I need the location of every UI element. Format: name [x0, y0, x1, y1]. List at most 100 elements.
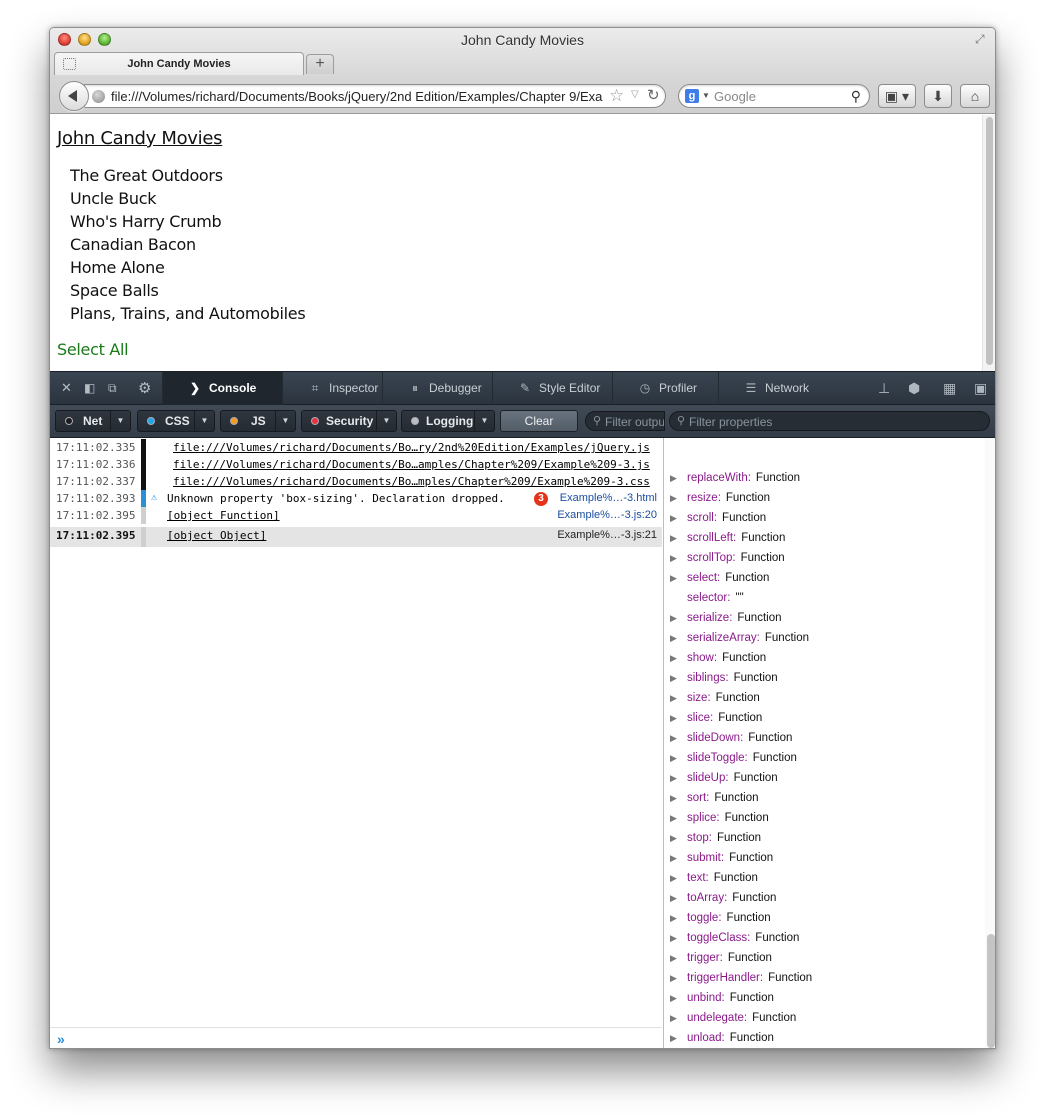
search-engine-dropdown-icon[interactable]: ▼: [702, 91, 710, 100]
expand-triangle-icon[interactable]: ▶: [670, 788, 677, 808]
bookmark-star-icon[interactable]: ☆: [609, 86, 624, 106]
filter-output-input[interactable]: ⚲ Filter output: [585, 411, 665, 431]
reload-icon[interactable]: ↻: [647, 86, 660, 104]
console-row[interactable]: 17:11:02.395 [object Function] Example%…-3…: [50, 507, 662, 524]
console-row[interactable]: 17:11:02.395 [object Object] Example%…-3.j…: [50, 527, 662, 547]
filter-css-button[interactable]: CSS ▼: [137, 410, 215, 432]
expand-triangle-icon[interactable]: ▶: [670, 748, 677, 768]
console-row[interactable]: 17:11:02.337 file:///Volumes/richard/Docu…: [50, 473, 662, 490]
home-button[interactable]: ⌂: [960, 84, 990, 108]
expand-triangle-icon[interactable]: ▶: [670, 708, 677, 728]
expand-triangle-icon[interactable]: ▶: [670, 528, 677, 548]
tab-style-editor[interactable]: ✎ Style Editor: [492, 372, 612, 405]
filter-net-button[interactable]: Net ▼: [55, 410, 131, 432]
filter-logging-button[interactable]: Logging ▼: [401, 410, 495, 432]
console-row[interactable]: 17:11:02.335 file:///Volumes/richard/Docu…: [50, 439, 662, 456]
screenshot-icon[interactable]: ▣: [974, 380, 987, 397]
log-resource-link[interactable]: file:///Volumes/richard/Documents/Bo…mpl…: [173, 475, 650, 488]
expand-triangle-icon[interactable]: ▶: [670, 628, 677, 648]
bookmarks-button[interactable]: ▣ ▾: [878, 84, 916, 108]
google-icon[interactable]: g: [685, 89, 699, 103]
expand-triangle-icon[interactable]: ▶: [670, 648, 677, 668]
tab-network[interactable]: ☰ Network: [718, 372, 822, 405]
movie-list-item[interactable]: Plans, Trains, and Automobiles: [70, 302, 306, 325]
filter-properties-input[interactable]: ⚲ Filter properties: [669, 411, 990, 431]
console-input[interactable]: »: [50, 1027, 662, 1048]
close-devtools-icon[interactable]: ✕: [61, 380, 72, 396]
movie-list-item[interactable]: Uncle Buck: [70, 187, 305, 210]
expand-triangle-icon[interactable]: ▶: [670, 908, 677, 928]
expand-triangle-icon[interactable]: ▶: [670, 768, 677, 788]
movie-list-item[interactable]: Home Alone: [70, 256, 305, 279]
expand-triangle-icon[interactable]: ▶: [670, 988, 677, 1008]
chevron-down-icon[interactable]: ▼: [110, 411, 130, 431]
expand-triangle-icon[interactable]: ▶: [670, 948, 677, 968]
expand-triangle-icon[interactable]: ▶: [670, 508, 677, 528]
expand-triangle-icon[interactable]: ▶: [670, 728, 677, 748]
3d-view-icon[interactable]: ⬢: [908, 380, 920, 397]
expand-triangle-icon[interactable]: ▶: [670, 1048, 677, 1049]
history-dropdown-icon[interactable]: ▽: [631, 89, 639, 100]
chevron-down-icon[interactable]: ▼: [474, 411, 494, 431]
settings-gear-icon[interactable]: ⚙: [138, 379, 151, 397]
split-console-icon[interactable]: ⧉: [108, 381, 117, 396]
expand-triangle-icon[interactable]: ▶: [670, 1008, 677, 1028]
expand-triangle-icon[interactable]: ▶: [670, 848, 677, 868]
responsive-mode-icon[interactable]: ▦: [943, 380, 956, 397]
new-tab-button[interactable]: +: [306, 54, 334, 74]
select-all-link[interactable]: Select All: [57, 340, 129, 359]
paint-flashing-icon[interactable]: ⊥: [878, 380, 890, 397]
log-resource-link[interactable]: file:///Volumes/richard/Documents/Bo…amp…: [173, 458, 650, 471]
expand-triangle-icon[interactable]: ▶: [670, 668, 677, 688]
log-source-location-link[interactable]: Example%…-3.js:20: [557, 509, 657, 521]
tab-inspector[interactable]: ⌗ Inspector: [282, 372, 382, 405]
page-scrollbar-thumb[interactable]: [986, 117, 993, 365]
log-message[interactable]: [object Object]: [167, 529, 266, 542]
browser-tab[interactable]: John Candy Movies: [54, 52, 304, 75]
expand-triangle-icon[interactable]: ▶: [670, 968, 677, 988]
chevron-down-icon[interactable]: ▼: [194, 411, 214, 431]
downloads-button[interactable]: ⬇: [924, 84, 952, 108]
expand-triangle-icon[interactable]: ▶: [670, 888, 677, 908]
expand-triangle-icon[interactable]: ▶: [670, 568, 677, 588]
movie-list-item[interactable]: Canadian Bacon: [70, 233, 305, 256]
page-scrollbar[interactable]: [982, 115, 995, 371]
expand-triangle-icon[interactable]: ▶: [670, 808, 677, 828]
tab-console[interactable]: ❯ Console: [162, 372, 282, 405]
search-bar[interactable]: g ▼ Google ⚲: [678, 84, 870, 108]
tab-debugger[interactable]: ⏸ Debugger: [382, 372, 492, 405]
chevron-down-icon[interactable]: ▼: [275, 411, 295, 431]
expand-triangle-icon[interactable]: ▶: [670, 608, 677, 628]
log-source-location-link[interactable]: Example%…-3.js:21: [557, 529, 657, 541]
back-button[interactable]: [59, 81, 89, 111]
movie-list-item[interactable]: The Great Outdoors: [70, 164, 305, 187]
console-row[interactable]: 17:11:02.393 ⚠ Unknown property 'box-sizin…: [50, 490, 662, 507]
search-input[interactable]: Google: [714, 89, 756, 104]
expand-triangle-icon[interactable]: ▶: [670, 928, 677, 948]
log-source-location-link[interactable]: Example%…-3.html: [560, 492, 657, 504]
expand-triangle-icon[interactable]: ▶: [670, 688, 677, 708]
console-row[interactable]: 17:11:02.336 file:///Volumes/richard/Docu…: [50, 456, 662, 473]
fullscreen-icon[interactable]: ⤢: [975, 32, 989, 46]
properties-scrollbar-thumb[interactable]: [987, 934, 995, 1048]
expand-triangle-icon[interactable]: ▶: [670, 868, 677, 888]
expand-triangle-icon[interactable]: ▶: [670, 468, 677, 488]
dock-side-icon[interactable]: ◧: [84, 381, 95, 395]
expand-triangle-icon[interactable]: ▶: [670, 1028, 677, 1048]
chevron-down-icon[interactable]: ▼: [376, 411, 396, 431]
log-message[interactable]: [object Function]: [167, 509, 280, 522]
url-text[interactable]: file:///Volumes/richard/Documents/Books/…: [111, 89, 603, 105]
filter-security-button[interactable]: Security ▼: [301, 410, 397, 432]
expand-triangle-icon[interactable]: ▶: [670, 488, 677, 508]
clear-button[interactable]: Clear: [500, 410, 578, 432]
expand-triangle-icon[interactable]: ▶: [670, 828, 677, 848]
expand-triangle-icon[interactable]: ▶: [670, 548, 677, 568]
movie-list-item[interactable]: Who's Harry Crumb: [70, 210, 305, 233]
log-resource-link[interactable]: file:///Volumes/richard/Documents/Bo…ry/…: [173, 441, 650, 454]
filter-js-button[interactable]: JS ▼: [220, 410, 296, 432]
url-bar[interactable]: file:///Volumes/richard/Documents/Books/…: [84, 84, 666, 108]
movie-list-item[interactable]: Space Balls: [70, 279, 305, 302]
tab-profiler[interactable]: ◷ Profiler: [612, 372, 718, 405]
search-icon[interactable]: ⚲: [851, 88, 861, 105]
properties-scrollbar[interactable]: [985, 438, 995, 1048]
